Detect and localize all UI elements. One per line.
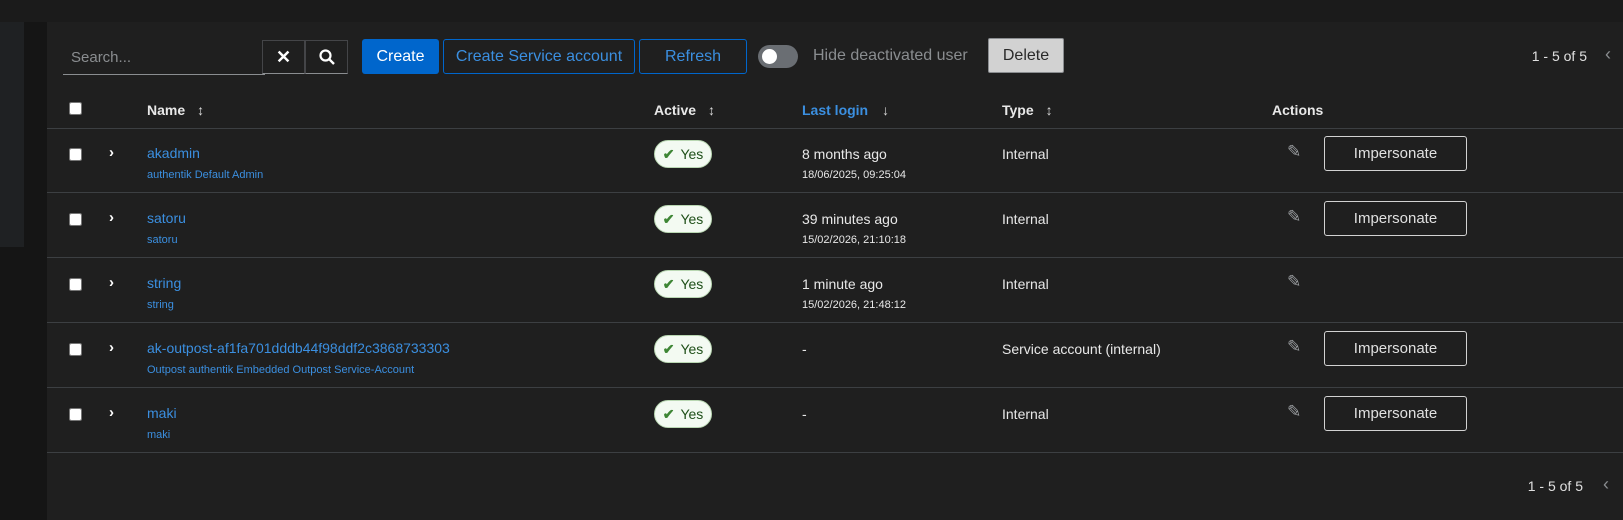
user-name-link[interactable]: akadmin <box>147 145 200 161</box>
select-all-checkbox[interactable] <box>69 102 82 115</box>
check-icon: ✔ <box>662 340 675 357</box>
refresh-button[interactable]: Refresh <box>639 39 747 74</box>
user-display-name: maki <box>147 429 171 441</box>
chevron-right-icon[interactable]: › <box>109 274 114 291</box>
sort-icon: ↕ <box>1045 102 1053 118</box>
active-badge: ✔ Yes <box>654 140 712 168</box>
check-icon: ✔ <box>662 275 675 292</box>
table-row: › akadmin authentik Default Admin ✔ Yes 8… <box>47 128 1623 193</box>
hide-deactivated-label: Hide deactivated user <box>813 47 968 64</box>
table-header: Name ↕ Active ↕ Last login ↓ Type ↕ Actions <box>47 90 1623 129</box>
user-display-name: string <box>147 299 174 311</box>
last-login-relative: - <box>802 341 807 357</box>
impersonate-button[interactable]: Impersonate <box>1324 331 1467 366</box>
edit-icon[interactable]: ✎ <box>1287 272 1301 292</box>
last-login-relative: 1 minute ago <box>802 276 883 292</box>
user-display-name: authentik Default Admin <box>147 169 264 181</box>
left-panel <box>0 22 47 520</box>
user-type: Internal <box>1002 211 1049 227</box>
top-bar <box>0 0 1623 22</box>
pagination-info-bottom: 1 - 5 of 5 <box>1527 478 1583 494</box>
sort-desc-icon: ↓ <box>882 102 890 118</box>
search-group: ✕ <box>63 40 360 76</box>
column-header-type[interactable]: Type ↕ <box>1002 102 1053 118</box>
column-label: Last login <box>802 102 869 118</box>
edit-icon[interactable]: ✎ <box>1287 402 1301 422</box>
column-header-name[interactable]: Name ↕ <box>147 102 204 118</box>
column-label: Active <box>654 102 697 118</box>
user-name-link[interactable]: maki <box>147 405 177 421</box>
row-checkbox[interactable] <box>69 408 82 421</box>
user-display-name: satoru <box>147 234 178 246</box>
active-label: Yes <box>680 341 704 357</box>
chevron-right-icon[interactable]: › <box>109 209 114 226</box>
active-label: Yes <box>680 146 704 162</box>
row-checkbox[interactable] <box>69 278 82 291</box>
create-service-account-button[interactable]: Create Service account <box>443 39 635 74</box>
impersonate-button[interactable]: Impersonate <box>1324 396 1467 431</box>
search-input[interactable] <box>63 40 265 75</box>
active-badge: ✔ Yes <box>654 205 712 233</box>
column-header-last-login[interactable]: Last login ↓ <box>802 102 889 118</box>
chevron-right-icon[interactable]: › <box>109 339 114 356</box>
column-label: Name <box>147 102 186 118</box>
sort-icon: ↕ <box>708 102 716 118</box>
user-type: Service account (internal) <box>1002 341 1161 357</box>
last-login-exact: 15/02/2026, 21:10:18 <box>802 234 906 246</box>
search-icon <box>318 49 335 65</box>
active-badge: ✔ Yes <box>654 400 712 428</box>
check-icon: ✔ <box>662 210 675 227</box>
user-type: Internal <box>1002 276 1049 292</box>
table-row: › satoru satoru ✔ Yes 39 minutes ago 15/0… <box>47 193 1623 258</box>
sort-icon: ↕ <box>197 102 205 118</box>
active-label: Yes <box>680 276 704 292</box>
active-label: Yes <box>680 406 704 422</box>
last-login-relative: 8 months ago <box>802 146 887 162</box>
left-panel-edge <box>0 22 24 247</box>
active-badge: ✔ Yes <box>654 335 712 363</box>
column-header-actions: Actions <box>1272 102 1324 118</box>
last-login-relative: - <box>802 406 807 422</box>
edit-icon[interactable]: ✎ <box>1287 142 1301 162</box>
check-icon: ✔ <box>662 405 675 422</box>
user-name-link[interactable]: ak-outpost-af1fa701dddb44f98ddf2c3868733… <box>147 340 450 356</box>
active-label: Yes <box>680 211 704 227</box>
check-icon: ✔ <box>662 145 675 162</box>
impersonate-button[interactable]: Impersonate <box>1324 201 1467 236</box>
table-row: › ak-outpost-af1fa701dddb44f98ddf2c38687… <box>47 323 1623 388</box>
user-name-link[interactable]: satoru <box>147 210 186 226</box>
active-badge: ✔ Yes <box>654 270 712 298</box>
user-type: Internal <box>1002 146 1049 162</box>
table-row: › maki maki ✔ Yes - Internal ✎ Impersonat… <box>47 388 1623 453</box>
chevron-right-icon[interactable]: › <box>109 404 114 421</box>
clear-search-button[interactable]: ✕ <box>262 40 305 74</box>
chevron-left-icon[interactable]: ‹ <box>1603 474 1609 495</box>
hide-deactivated-toggle[interactable] <box>758 45 798 68</box>
delete-button[interactable]: Delete <box>988 38 1064 73</box>
close-icon: ✕ <box>275 46 292 67</box>
users-table-card: ✕ Create Create Service account Refresh … <box>47 22 1623 520</box>
last-login-exact: 18/06/2025, 09:25:04 <box>802 169 906 181</box>
search-button[interactable] <box>305 40 348 74</box>
last-login-relative: 39 minutes ago <box>802 211 898 227</box>
user-name-link[interactable]: string <box>147 275 181 291</box>
row-checkbox[interactable] <box>69 148 82 161</box>
user-type: Internal <box>1002 406 1049 422</box>
column-label: Type <box>1002 102 1034 118</box>
column-header-active[interactable]: Active ↕ <box>654 102 715 118</box>
toggle-knob <box>762 49 777 64</box>
chevron-left-icon[interactable]: ‹ <box>1605 44 1611 65</box>
edit-icon[interactable]: ✎ <box>1287 337 1301 357</box>
create-button[interactable]: Create <box>362 39 439 74</box>
user-display-name: Outpost authentik Embedded Outpost Servi… <box>147 364 415 376</box>
edit-icon[interactable]: ✎ <box>1287 207 1301 227</box>
row-checkbox[interactable] <box>69 213 82 226</box>
last-login-exact: 15/02/2026, 21:48:12 <box>802 299 906 311</box>
table-row: › string string ✔ Yes 1 minute ago 15/02/… <box>47 258 1623 323</box>
impersonate-button[interactable]: Impersonate <box>1324 136 1467 171</box>
row-checkbox[interactable] <box>69 343 82 356</box>
pagination-info-top: 1 - 5 of 5 <box>1531 48 1587 64</box>
chevron-right-icon[interactable]: › <box>109 144 114 161</box>
